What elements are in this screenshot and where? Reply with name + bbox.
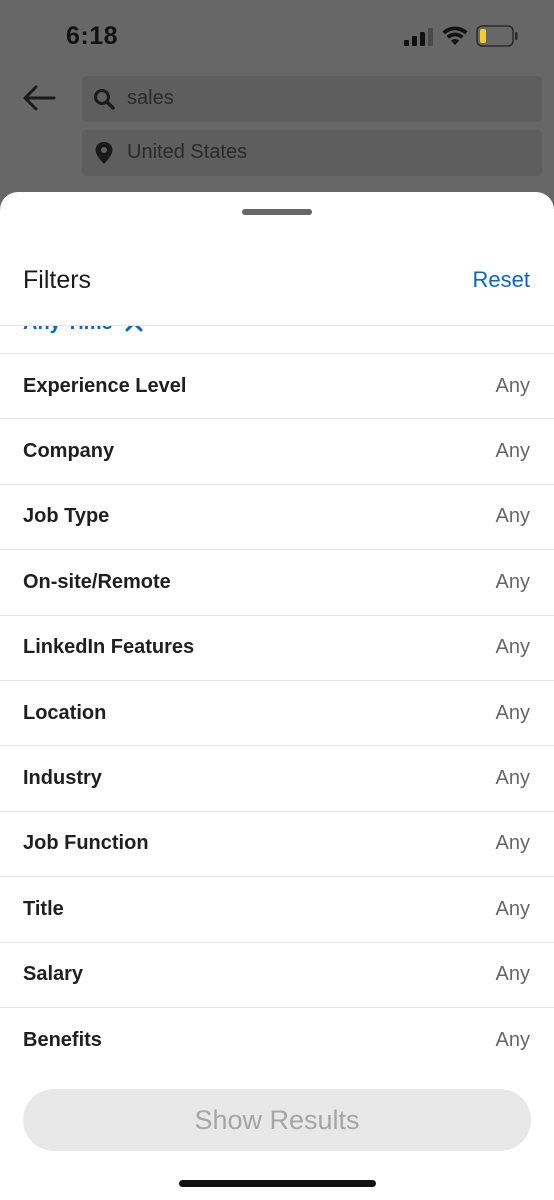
filter-value: Any — [495, 505, 530, 528]
search-input[interactable]: sales — [82, 76, 542, 122]
back-arrow-icon[interactable] — [22, 84, 56, 112]
filter-row-on-site-remote[interactable]: On-site/Remote Any — [0, 550, 554, 616]
sheet-title: Filters — [23, 266, 92, 294]
filter-value: Any — [495, 374, 530, 397]
filter-label: Industry — [23, 767, 102, 790]
filter-value: Any — [495, 570, 530, 593]
search-query: sales — [127, 87, 174, 109]
filter-row-benefits[interactable]: Benefits Any — [0, 1008, 554, 1070]
wifi-icon — [442, 26, 468, 45]
filter-label: Experience Level — [23, 374, 187, 397]
filter-row-experience-level[interactable]: Experience Level Any — [0, 354, 554, 420]
filter-row-title[interactable]: Title Any — [0, 877, 554, 943]
active-filter-label: Any Time — [23, 326, 113, 335]
filter-rows: Experience Level Any Company Any Job Typ… — [0, 354, 554, 1070]
show-results-button[interactable]: Show Results — [23, 1089, 531, 1151]
filter-label: Salary — [23, 963, 84, 986]
filters-list[interactable]: Any Time Experience Level Any Company An… — [0, 325, 554, 1070]
filter-value: Any — [495, 440, 530, 463]
filter-value: Any — [495, 701, 530, 724]
filter-row-location[interactable]: Location Any — [0, 681, 554, 747]
filters-sheet: Filters Reset Any Time Experience Level … — [0, 192, 554, 1200]
search-icon — [94, 89, 115, 110]
active-filter-chip[interactable]: Any Time — [23, 325, 143, 338]
location-value: United States — [127, 141, 248, 163]
filter-label: Title — [23, 897, 64, 920]
filter-value: Any — [495, 636, 530, 659]
filter-value: Any — [495, 767, 530, 790]
filter-row-job-type[interactable]: Job Type Any — [0, 485, 554, 551]
filter-label: Job Function — [23, 832, 149, 855]
filter-label: Location — [23, 701, 107, 724]
home-indicator — [179, 1180, 376, 1187]
status-time: 6:18 — [66, 22, 119, 50]
filter-value: Any — [495, 963, 530, 986]
filter-value: Any — [495, 897, 530, 920]
filter-row-job-function[interactable]: Job Function Any — [0, 812, 554, 878]
filter-row-linkedin-features[interactable]: LinkedIn Features Any — [0, 616, 554, 681]
filter-label: Company — [23, 440, 115, 463]
sheet-grabber[interactable] — [242, 209, 312, 215]
status-bar: 6:18 — [0, 0, 554, 72]
filter-label: LinkedIn Features — [23, 636, 195, 659]
filter-row-industry[interactable]: Industry Any — [0, 746, 554, 812]
filter-row-salary[interactable]: Salary Any — [0, 943, 554, 1008]
filter-label: Job Type — [23, 505, 110, 528]
filter-row-company[interactable]: Company Any — [0, 419, 554, 485]
battery-icon — [476, 25, 518, 47]
reset-button[interactable]: Reset — [473, 267, 530, 293]
filter-label: Benefits — [23, 1029, 102, 1052]
remove-filter-icon[interactable] — [125, 325, 143, 332]
filter-value: Any — [495, 1029, 530, 1052]
filter-label: On-site/Remote — [23, 570, 171, 593]
location-pin-icon — [95, 142, 113, 164]
cellular-signal-icon — [404, 28, 433, 46]
location-input[interactable]: United States — [82, 130, 542, 176]
filter-value: Any — [495, 832, 530, 855]
